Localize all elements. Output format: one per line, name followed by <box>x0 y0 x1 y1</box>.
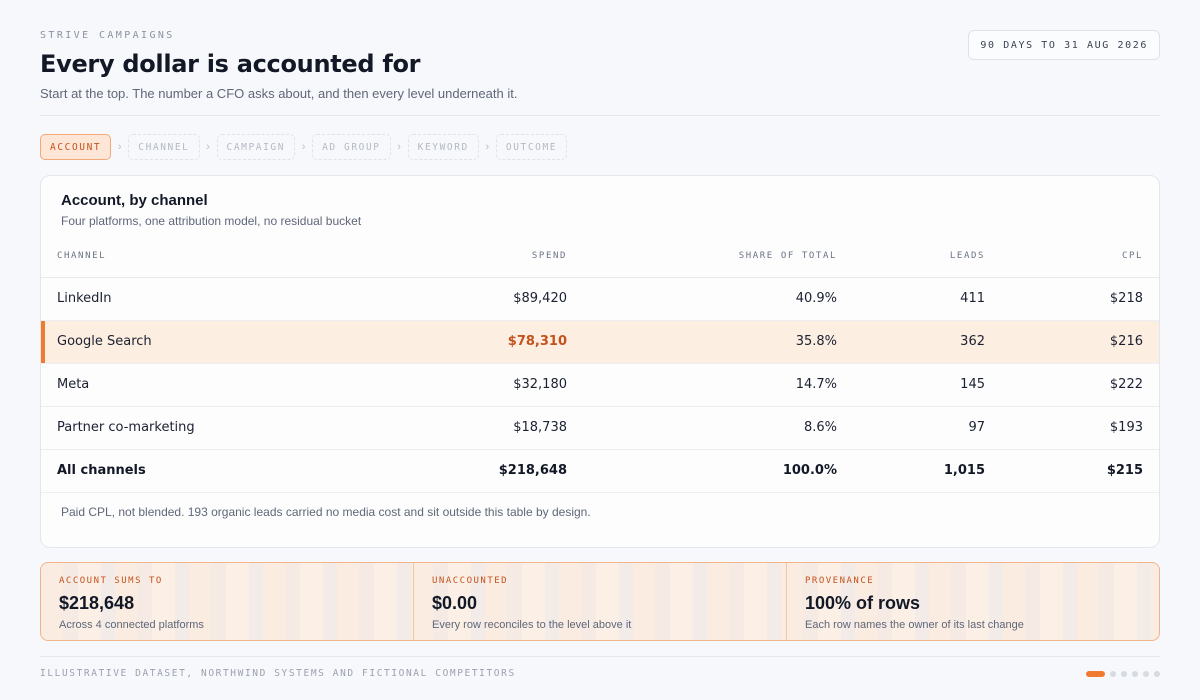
crumb-outcome[interactable]: OUTCOME <box>495 134 568 160</box>
stat-note: Each row names the owner of its last cha… <box>805 619 1024 631</box>
cell-channel: Partner co-marketing <box>41 406 341 450</box>
pager-dot-active[interactable] <box>1086 671 1105 677</box>
chevron-right-icon: › <box>397 141 401 153</box>
cell-share: 8.6% <box>583 406 853 450</box>
summary-stats-strip: ACCOUNT SUMS TO $218,648 Across 4 connec… <box>40 562 1160 641</box>
cell-channel: LinkedIn <box>41 277 341 321</box>
column-header-share[interactable]: SHARE OF TOTAL <box>583 236 853 278</box>
channel-table: CHANNEL SPEND SHARE OF TOTAL LEADS CPL L… <box>41 236 1159 493</box>
cell-cpl: $216 <box>1001 320 1159 364</box>
stat-label: UNACCOUNTED <box>432 576 509 586</box>
crumb-keyword[interactable]: KEYWORD <box>407 134 479 160</box>
table-row[interactable]: Meta $32,180 14.7% 145 $222 <box>41 363 1159 407</box>
cell-leads: 362 <box>853 320 1001 364</box>
table-row-selected[interactable]: Google Search $78,310 35.8% 362 $216 <box>41 320 1159 364</box>
chevron-right-icon: › <box>117 141 122 153</box>
crumb-campaign[interactable]: CAMPAIGN <box>216 134 296 160</box>
cell-spend: $78,310 <box>341 320 583 364</box>
cell-spend: $18,738 <box>341 406 583 450</box>
total-channel: All channels <box>41 449 341 493</box>
page-footer: ILLUSTRATIVE DATASET, NORTHWIND SYSTEMS … <box>40 656 1160 679</box>
pager-dot[interactable] <box>1154 671 1160 677</box>
table-total-row: All channels $218,648 100.0% 1,015 $215 <box>41 449 1159 493</box>
cell-spend: $32,180 <box>341 363 583 407</box>
chevron-right-icon: › <box>485 141 490 153</box>
pager-dot[interactable] <box>1121 671 1127 677</box>
cell-channel: Meta <box>41 363 341 407</box>
card-title: Account, by channel <box>61 192 208 209</box>
cell-leads: 97 <box>853 406 1001 450</box>
table-header-row: CHANNEL SPEND SHARE OF TOTAL LEADS CPL <box>41 236 1159 278</box>
cell-share: 35.8% <box>583 320 853 364</box>
total-spend: $218,648 <box>341 449 583 493</box>
column-header-channel[interactable]: CHANNEL <box>41 236 341 278</box>
stat-label: PROVENANCE <box>805 576 875 586</box>
table-row[interactable]: Partner co-marketing $18,738 8.6% 97 $19… <box>41 406 1159 450</box>
cell-leads: 411 <box>853 277 1001 321</box>
slide-pager <box>1086 671 1160 677</box>
stat-note: Every row reconciles to the level above … <box>432 619 632 631</box>
pager-dot[interactable] <box>1110 671 1116 677</box>
cell-channel: Google Search <box>41 320 341 364</box>
page-header: STRIVE CAMPAIGNS Every dollar is account… <box>40 30 1160 116</box>
channel-breakdown-card: Account, by channel Four platforms, one … <box>40 175 1160 548</box>
crumb-account[interactable]: ACCOUNT <box>40 134 112 160</box>
footer-disclaimer: ILLUSTRATIVE DATASET, NORTHWIND SYSTEMS … <box>40 668 516 679</box>
drilldown-breadcrumb: ACCOUNT › CHANNEL › CAMPAIGN › AD GROUP … <box>40 134 568 160</box>
stat-account-sum: ACCOUNT SUMS TO $218,648 Across 4 connec… <box>41 563 414 640</box>
cell-spend: $89,420 <box>341 277 583 321</box>
crumb-ad-group[interactable]: AD GROUP <box>312 134 391 160</box>
page-subtitle: Start at the top. The number a CFO asks … <box>40 86 518 101</box>
cell-cpl: $222 <box>1001 363 1159 407</box>
stat-value: $0.00 <box>432 593 478 613</box>
column-header-cpl[interactable]: CPL <box>1001 236 1159 278</box>
cell-share: 14.7% <box>583 363 853 407</box>
total-cpl: $215 <box>1001 449 1159 493</box>
stat-label: ACCOUNT SUMS TO <box>59 576 163 586</box>
chevron-right-icon: › <box>301 141 306 153</box>
cell-leads: 145 <box>853 363 1001 407</box>
card-subtitle: Four platforms, one attribution model, n… <box>61 214 362 228</box>
pager-dot[interactable] <box>1143 671 1149 677</box>
cell-share: 40.9% <box>583 277 853 321</box>
cell-cpl: $193 <box>1001 406 1159 450</box>
column-header-leads[interactable]: LEADS <box>853 236 1001 278</box>
stat-value: 100% of rows <box>805 593 921 613</box>
table-row[interactable]: LinkedIn $89,420 40.9% 411 $218 <box>41 277 1159 321</box>
date-range-pill[interactable]: 90 DAYS TO 31 AUG 2026 <box>968 30 1160 60</box>
cell-cpl: $218 <box>1001 277 1159 321</box>
pager-dot[interactable] <box>1132 671 1138 677</box>
total-share: 100.0% <box>583 449 853 493</box>
stat-value: $218,648 <box>59 593 135 613</box>
stat-provenance: PROVENANCE 100% of rows Each row names t… <box>787 563 1159 640</box>
crumb-channel[interactable]: CHANNEL <box>128 134 200 160</box>
table-footnote: Paid CPL, not blended. 193 organic leads… <box>61 505 591 519</box>
total-leads: 1,015 <box>853 449 1001 493</box>
stat-unaccounted: UNACCOUNTED $0.00 Every row reconciles t… <box>414 563 787 640</box>
chevron-right-icon: › <box>206 141 210 153</box>
column-header-spend[interactable]: SPEND <box>341 236 583 278</box>
stat-note: Across 4 connected platforms <box>59 619 204 631</box>
